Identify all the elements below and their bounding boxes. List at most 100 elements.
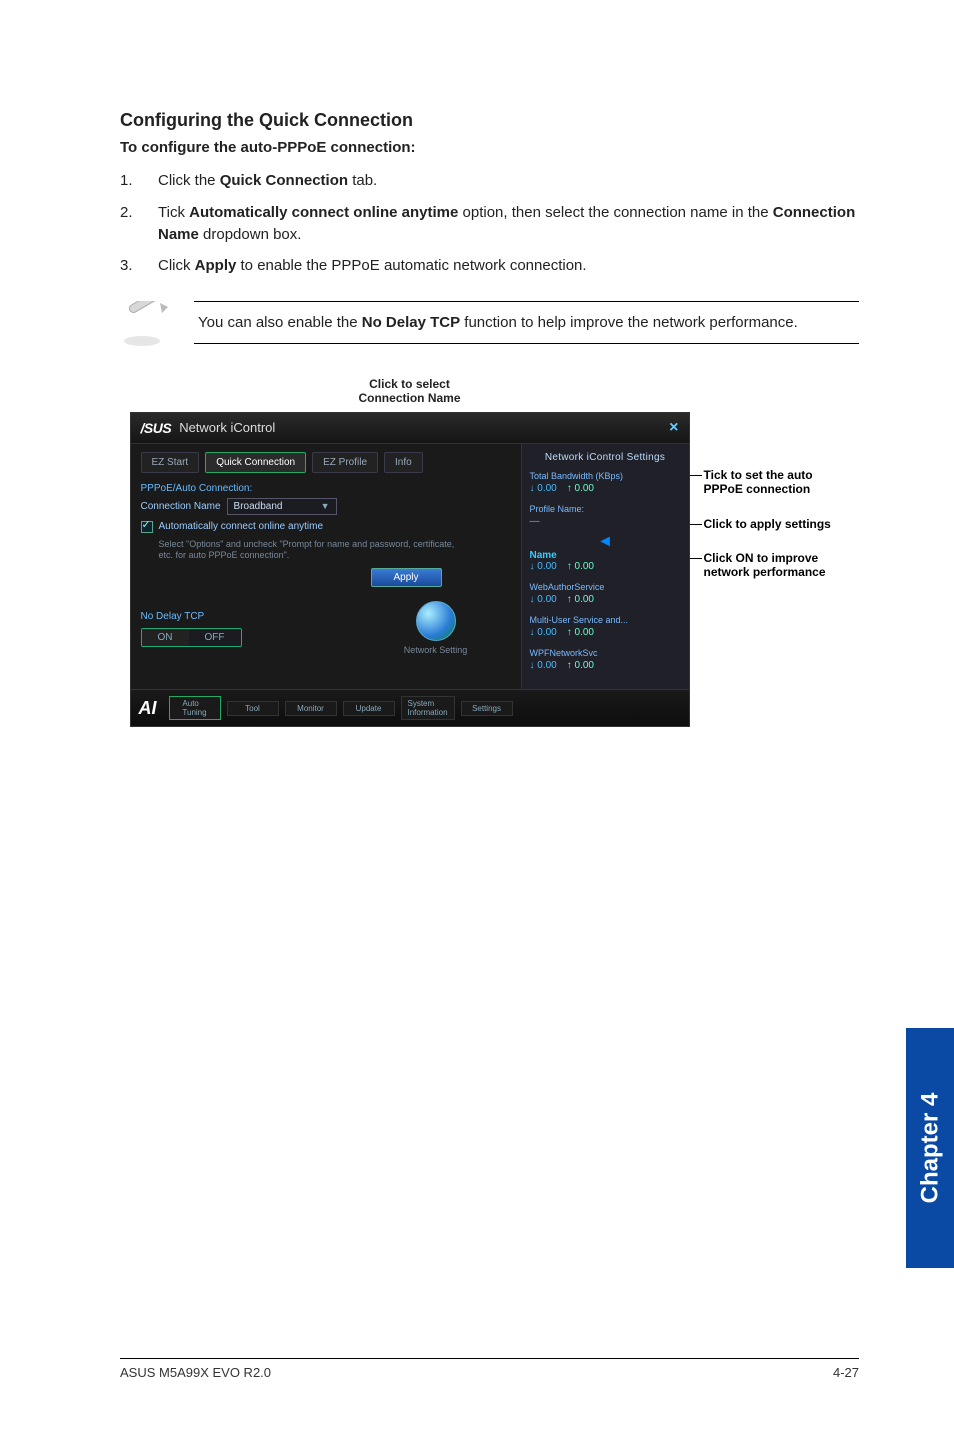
toggle-on: ON: [142, 629, 189, 646]
total-bw-up: ↑ 0.00: [567, 483, 594, 494]
footer-right: 4-27: [833, 1365, 859, 1380]
step-body: Click Apply to enable the PPPoE automati…: [158, 255, 859, 277]
chapter-tab-label: Chapter 4: [916, 1093, 944, 1204]
network-setting-caption: Network Setting: [404, 645, 468, 655]
note-row: You can also enable the No Delay TCP fun…: [120, 301, 859, 349]
callout-tick-pppoe: Tick to set the auto PPPoE connection: [704, 468, 850, 497]
svc1-name: Name: [530, 550, 681, 561]
callout-apply: Click to apply settings: [704, 517, 850, 531]
step-num: 2.: [120, 202, 158, 246]
page-footer: ASUS M5A99X EVO R2.0 4-27: [120, 1358, 859, 1380]
step-body: Click the Quick Connection tab.: [158, 170, 859, 192]
chevron-down-icon: ▼: [321, 501, 330, 511]
app-window: /SUS Network iControl × EZ Start Quick C…: [130, 412, 690, 728]
bold: Apply: [195, 257, 237, 274]
bold: Automatically connect online anytime: [189, 204, 458, 221]
page-subheading: To configure the auto-PPPoE connection:: [120, 139, 859, 156]
screenshot-wrap: Click to select Connection Name /SUS Net…: [130, 377, 850, 727]
bottom-settings[interactable]: Settings: [461, 701, 513, 716]
text: Tick: [158, 204, 189, 221]
right-title: Network iControl Settings: [530, 452, 681, 463]
app-right-pane: Network iControl Settings Total Bandwidt…: [521, 444, 689, 690]
tab-info[interactable]: Info: [384, 452, 423, 473]
svc1-up: ↑ 0.00: [567, 561, 594, 572]
footer-left: ASUS M5A99X EVO R2.0: [120, 1365, 271, 1380]
total-bw-label: Total Bandwidth (KBps): [530, 471, 681, 481]
auto-connect-label: Automatically connect online anytime: [159, 521, 324, 532]
svc1-down: ↓ 0.00: [530, 561, 557, 572]
svc3-up: ↑ 0.00: [567, 627, 594, 638]
text: Click: [158, 257, 195, 274]
total-bw-down: ↓ 0.00: [530, 483, 557, 494]
callout-nodelay: Click ON to improve network performance: [704, 551, 850, 580]
titlebar: /SUS Network iControl ×: [131, 413, 689, 444]
svc3-down: ↓ 0.00: [530, 627, 557, 638]
steps-list: 1. Click the Quick Connection tab. 2. Ti…: [120, 170, 859, 277]
svc4-up: ↑ 0.00: [567, 660, 594, 671]
toggle-off: OFF: [189, 629, 241, 646]
auto-connect-checkbox[interactable]: [141, 521, 153, 533]
svc2-up: ↑ 0.00: [567, 594, 594, 605]
step-num: 1.: [120, 170, 158, 192]
profile-value: —: [530, 516, 540, 527]
network-setting-area: Network Setting: [361, 601, 511, 655]
dropdown-value: Broadband: [234, 501, 283, 512]
bold: Quick Connection: [220, 172, 348, 189]
text: option, then select the connection name …: [458, 204, 772, 221]
text: You can also enable the: [198, 314, 362, 331]
divider-arrow-icon: ◄: [530, 537, 681, 547]
text: Click to select: [369, 377, 450, 391]
step-3: 3. Click Apply to enable the PPPoE autom…: [120, 255, 859, 277]
conn-name-label: Connection Name: [141, 501, 221, 512]
label: Monitor: [297, 704, 324, 713]
hint-text: Select "Options" and uncheck "Prompt for…: [159, 539, 459, 561]
pencil-note-icon: [120, 301, 176, 349]
text: dropdown box.: [199, 226, 302, 243]
app-title: Network iControl: [179, 420, 275, 435]
text: tab.: [348, 172, 377, 189]
text: Connection Name: [358, 391, 460, 405]
callouts: Tick to set the auto PPPoE connection Cl…: [690, 412, 850, 728]
label: Update: [356, 704, 382, 713]
note-box: You can also enable the No Delay TCP fun…: [194, 301, 859, 344]
profile-label: Profile Name:: [530, 504, 681, 514]
tab-ez-profile[interactable]: EZ Profile: [312, 452, 378, 473]
text: function to help improve the network per…: [460, 314, 798, 331]
svc3-name: Multi-User Service and...: [530, 615, 681, 625]
svc2-name: WebAuthorService: [530, 582, 681, 592]
text: Click the: [158, 172, 220, 189]
app-left-pane: EZ Start Quick Connection EZ Profile Inf…: [131, 444, 521, 690]
connection-name-dropdown[interactable]: Broadband ▼: [227, 498, 337, 515]
bottom-sysinfo[interactable]: System Information: [401, 696, 455, 720]
step-2: 2. Tick Automatically connect online any…: [120, 202, 859, 246]
text: to enable the PPPoE automatic network co…: [236, 257, 586, 274]
section-title: PPPoE/Auto Connection:: [141, 483, 511, 494]
svc4-down: ↓ 0.00: [530, 660, 557, 671]
chapter-tab: Chapter 4: [906, 1028, 954, 1268]
tab-ez-start[interactable]: EZ Start: [141, 452, 200, 473]
bold: No Delay TCP: [362, 314, 460, 331]
close-icon[interactable]: ×: [669, 419, 678, 437]
tab-quick-connection[interactable]: Quick Connection: [205, 452, 306, 473]
bottom-bar: AI Auto Tuning Tool Monitor Update Syste…: [131, 689, 689, 726]
no-delay-toggle[interactable]: ON OFF: [141, 628, 242, 647]
top-callout: Click to select Connection Name: [0, 377, 850, 406]
page-heading: Configuring the Quick Connection: [120, 110, 859, 131]
svc2-down: ↓ 0.00: [530, 594, 557, 605]
step-num: 3.: [120, 255, 158, 277]
label: System Information: [408, 699, 448, 717]
bottom-monitor[interactable]: Monitor: [285, 701, 337, 716]
label: Tool: [245, 704, 260, 713]
apply-button[interactable]: Apply: [371, 568, 442, 587]
globe-icon[interactable]: [416, 601, 456, 641]
bottom-update[interactable]: Update: [343, 701, 395, 716]
ai-suite-logo: AI: [139, 698, 157, 719]
step-body: Tick Automatically connect online anytim…: [158, 202, 859, 246]
bottom-tool[interactable]: Tool: [227, 701, 279, 716]
label: Settings: [472, 704, 501, 713]
svc4-name: WPFNetworkSvc: [530, 648, 681, 658]
tabs: EZ Start Quick Connection EZ Profile Inf…: [141, 452, 511, 473]
bottom-auto-tuning[interactable]: Auto Tuning: [169, 696, 221, 720]
label: Auto Tuning: [182, 699, 206, 717]
asus-logo: /SUS: [141, 420, 172, 436]
